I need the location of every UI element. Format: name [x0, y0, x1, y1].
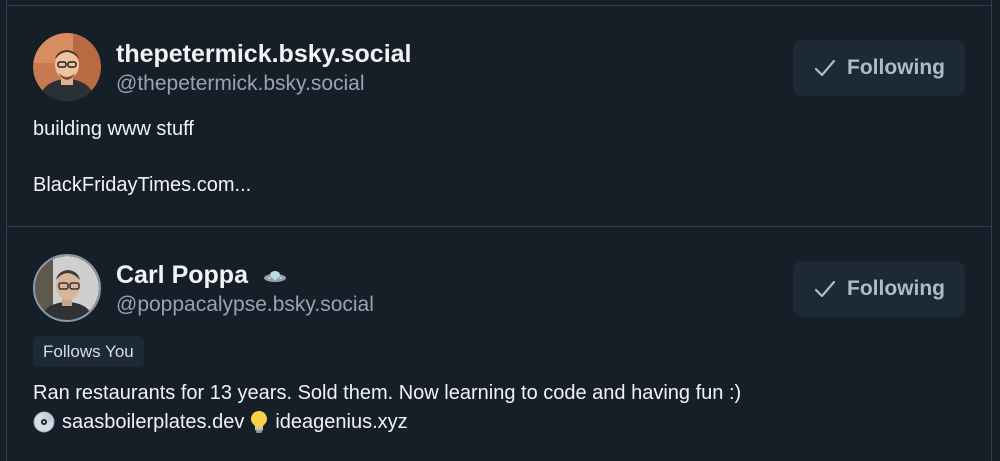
- handle[interactable]: @poppacalypse.bsky.social: [116, 293, 374, 317]
- follows-you-badge: Follows You: [33, 336, 144, 367]
- following-label: Following: [847, 56, 945, 79]
- check-icon: [814, 59, 836, 77]
- lightbulb-icon: [251, 411, 268, 433]
- bio-link[interactable]: saasboilerplates.dev: [62, 411, 244, 434]
- bio-links: saasboilerplates.dev ideagenius.xyz: [33, 410, 408, 434]
- bio-line: Ran restaurants for 13 years. Sold them.…: [33, 382, 742, 404]
- display-name[interactable]: thepetermick.bsky.social: [116, 40, 412, 69]
- handle[interactable]: @thepetermick.bsky.social: [116, 72, 365, 96]
- following-button[interactable]: Following: [793, 261, 965, 317]
- ufo-icon: [263, 271, 286, 283]
- avatar[interactable]: [33, 254, 101, 322]
- bio-line: BlackFridayTimes.com...: [33, 174, 252, 196]
- profile-card[interactable]: Carl Poppa @poppacalypse.bsky.social Fol…: [6, 227, 992, 461]
- check-icon: [814, 280, 836, 298]
- following-label: Following: [847, 277, 945, 300]
- bio-line: building www stuff: [33, 118, 194, 140]
- display-name-text: Carl Poppa: [116, 261, 248, 289]
- avatar[interactable]: [33, 33, 101, 101]
- bio-link[interactable]: ideagenius.xyz: [275, 411, 407, 434]
- following-button[interactable]: Following: [793, 40, 965, 96]
- profile-card[interactable]: thepetermick.bsky.social @thepetermick.b…: [6, 6, 992, 226]
- disc-icon: [33, 411, 55, 433]
- display-name[interactable]: Carl Poppa: [116, 261, 287, 290]
